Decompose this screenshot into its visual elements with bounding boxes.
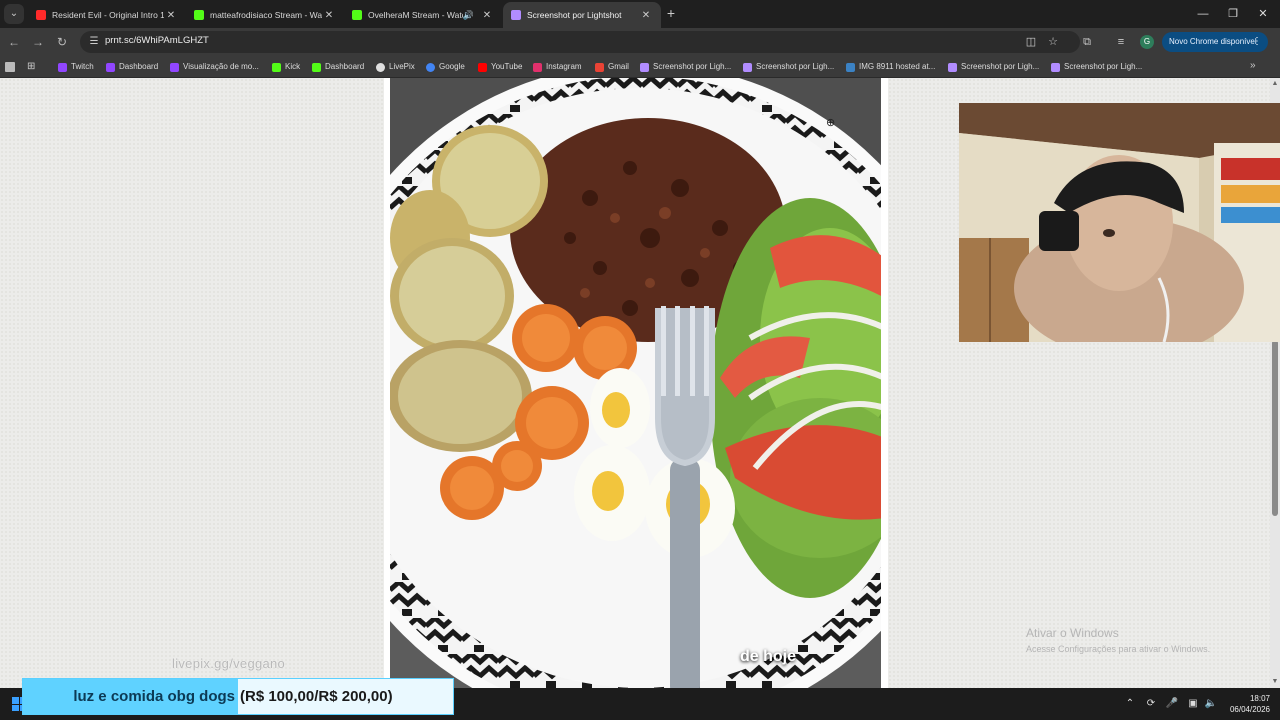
bookmark-screenshot-2[interactable]: Screenshot por Ligh... <box>743 60 834 74</box>
activation-title: Ativar o Windows <box>1026 626 1119 640</box>
show-hidden-icons-icon[interactable]: ⌃ <box>1123 697 1137 711</box>
lightshot-icon <box>1051 62 1060 72</box>
forward-button[interactable]: → <box>29 33 47 51</box>
close-tab-icon[interactable]: ✕ <box>480 10 494 21</box>
livepix-watermark: livepix.gg/veggano <box>172 656 286 671</box>
kick-icon <box>352 10 362 20</box>
activation-subtitle: Acesse Configurações para ativar o Windo… <box>1026 644 1211 654</box>
windows-activation-notice: Ativar o Windows Acesse Configurações pa… <box>1026 626 1210 654</box>
donation-progress-text: (R$ 100,00/R$ 200,00) <box>238 679 453 714</box>
tab-title: OvelheraM Stream - Watch <box>368 10 463 20</box>
google-icon <box>426 62 435 72</box>
install-app-icon[interactable]: ◫ <box>1023 34 1039 50</box>
bookmark-star-icon[interactable]: ☆ <box>1045 34 1061 50</box>
bookmark-dashboard-kick[interactable]: Dashboard <box>312 60 364 74</box>
update-chrome-button[interactable]: Novo Chrome disponível ⋮ <box>1162 32 1268 52</box>
tab-title: matteafrodisiaco Stream - Watc <box>210 10 322 20</box>
kick-icon <box>312 62 321 72</box>
bookmark-visualizacao[interactable]: Visualização de mo... <box>170 60 259 74</box>
lightshot-icon <box>511 10 521 20</box>
bookmark-screenshot-3[interactable]: Screenshot por Ligh... <box>948 60 1039 74</box>
address-bar[interactable]: ☰ prnt.sc/6WhiPAmLGHZT ◫ ☆ <box>80 31 1080 53</box>
bookmark-img-8911[interactable]: IMG 8911 hosted at... <box>846 60 935 74</box>
new-tab-button[interactable]: + <box>663 5 679 21</box>
display-icon[interactable]: ▣ <box>1186 697 1200 711</box>
bookmark-instagram[interactable]: Instagram <box>533 60 582 74</box>
tab-title: Screenshot por Lightshot <box>527 10 622 20</box>
bookmark-twitch[interactable]: Twitch <box>58 60 94 74</box>
donation-message: luz e comida obg dogs <box>23 679 238 714</box>
reload-button[interactable]: ↻ <box>53 33 71 51</box>
more-bookmarks-icon[interactable]: » <box>1250 60 1256 71</box>
tab-lightshot[interactable]: Screenshot por Lightshot ✕ <box>503 2 661 28</box>
bookmark-screenshot-4[interactable]: Screenshot por Ligh... <box>1051 60 1142 74</box>
bookmark-google[interactable]: Google <box>426 60 465 74</box>
screen: ⌄ Resident Evil - Original Intro 19 ✕ ma… <box>0 0 1280 720</box>
lightshot-icon <box>743 62 752 72</box>
volume-icon[interactable]: 🔈 <box>1204 697 1218 711</box>
twitch-icon <box>106 62 115 72</box>
bookmark-youtube[interactable]: YouTube <box>478 60 522 74</box>
extensions-icon[interactable]: ⧉ <box>1078 33 1096 51</box>
tab-groups-icon[interactable] <box>5 62 15 72</box>
bookmark-dashboard-twitch[interactable]: Dashboard <box>106 60 158 74</box>
profile-avatar[interactable]: G <box>1140 35 1154 49</box>
url-text: prnt.sc/6WhiPAmLGHZT <box>105 35 209 46</box>
restore-button[interactable]: ❐ <box>1218 4 1248 24</box>
scroll-thumb[interactable] <box>1272 340 1278 516</box>
livepix-icon <box>376 62 385 72</box>
close-tab-icon[interactable]: ✕ <box>322 10 336 21</box>
taskbar-clock[interactable]: 18:07 06/04/2026 <box>1224 693 1270 715</box>
twitch-icon <box>58 62 67 72</box>
tab-title: Resident Evil - Original Intro 19 <box>52 10 164 20</box>
instagram-icon <box>533 62 542 72</box>
donation-goal-bar: luz e comida obg dogs (R$ 100,00/R$ 200,… <box>22 678 454 715</box>
bookmark-livepix[interactable]: LivePix <box>376 60 415 74</box>
tab-strip: ⌄ Resident Evil - Original Intro 19 ✕ ma… <box>0 0 1280 28</box>
kick-icon <box>272 62 281 72</box>
webcam-overlay <box>959 103 1280 342</box>
tab-search-button[interactable]: ⌄ <box>4 4 24 24</box>
reading-list-icon[interactable]: ≡ <box>1112 33 1130 51</box>
update-tray-icon[interactable]: ⟳ <box>1144 697 1158 711</box>
gmail-icon <box>595 62 604 72</box>
scroll-down-icon[interactable]: ▼ <box>1271 678 1279 686</box>
youtube-icon <box>478 62 487 72</box>
speaker-icon[interactable]: 🔊 <box>463 10 474 21</box>
food-photo[interactable] <box>390 78 881 688</box>
scroll-up-icon[interactable]: ▲ <box>1271 80 1279 88</box>
kick-icon <box>194 10 204 20</box>
twitch-icon <box>170 62 179 72</box>
imageshack-icon <box>846 62 855 72</box>
food-photo-illustration <box>390 78 881 688</box>
close-window-button[interactable]: ✕ <box>1248 4 1278 24</box>
bookmark-gmail[interactable]: Gmail <box>595 60 629 74</box>
tab-resident-evil[interactable]: Resident Evil - Original Intro 19 ✕ <box>28 2 186 28</box>
minimize-button[interactable]: — <box>1188 4 1218 24</box>
clock-time: 18:07 <box>1249 694 1270 703</box>
clock-date: 06/04/2026 <box>1229 705 1270 714</box>
menu-dots-icon[interactable]: ⋮ <box>1252 32 1262 52</box>
site-info-icon[interactable]: ☰ <box>86 34 102 50</box>
lightshot-icon <box>948 62 957 72</box>
zoom-in-icon[interactable]: ⊕ <box>826 116 838 129</box>
close-tab-icon[interactable]: ✕ <box>164 10 178 21</box>
apps-grid-icon[interactable]: ⊞ <box>27 61 39 73</box>
update-label: Novo Chrome disponível <box>1169 37 1257 46</box>
youtube-icon <box>36 10 46 20</box>
bookmark-screenshot-1[interactable]: Screenshot por Ligh... <box>640 60 731 74</box>
bookmark-kick[interactable]: Kick <box>272 60 300 74</box>
webcam-feed <box>959 103 1280 342</box>
browser-toolbar: ← → ↻ ☰ prnt.sc/6WhiPAmLGHZT ◫ ☆ ⧉ ≡ G N… <box>0 28 1280 56</box>
photo-caption: de hoje <box>740 648 797 665</box>
back-button[interactable]: ← <box>5 33 23 51</box>
close-tab-icon[interactable]: ✕ <box>639 10 653 21</box>
microphone-icon[interactable]: 🎤 <box>1165 697 1179 711</box>
lightshot-icon <box>640 62 649 72</box>
tab-ovelheram[interactable]: OvelheraM Stream - Watch 🔊 ✕ <box>344 2 502 28</box>
bookmarks-bar: ⊞ Twitch Dashboard Visualização de mo...… <box>0 56 1280 78</box>
tab-matteafrodisiaco[interactable]: matteafrodisiaco Stream - Watc ✕ <box>186 2 344 28</box>
